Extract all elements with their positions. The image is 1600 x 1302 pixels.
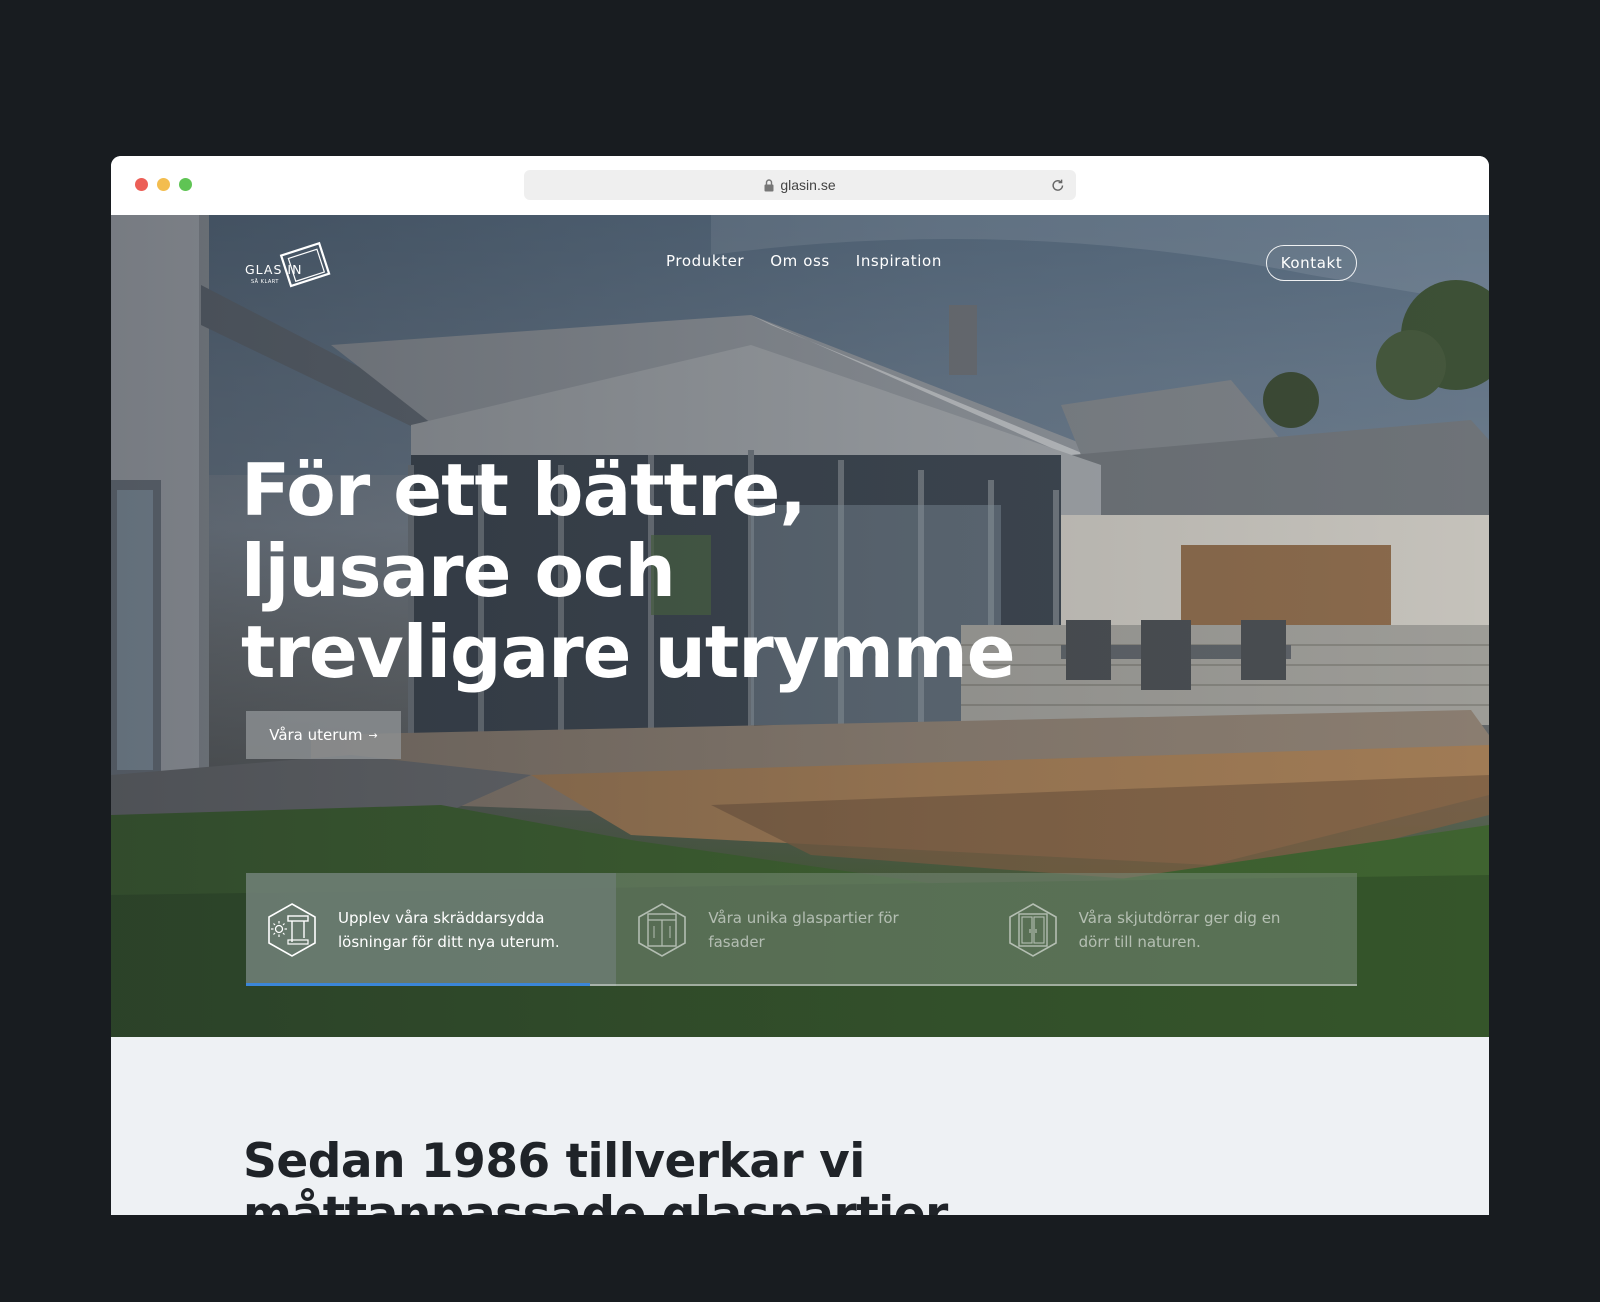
address-bar[interactable]: glasin.se <box>524 170 1076 200</box>
zoom-window-button[interactable] <box>179 178 192 191</box>
feature-carousel: Upplev våra skräddarsydda lösningar för … <box>246 873 1357 986</box>
nav-link-inspiration[interactable]: Inspiration <box>856 252 942 270</box>
feature-tab-sliding-door[interactable]: Våra skjutdörrar ger dig en dörr till na… <box>987 873 1357 986</box>
nav-link-om-oss[interactable]: Om oss <box>770 252 830 270</box>
logo-wordmark: GLAS IN <box>245 262 303 277</box>
site-logo[interactable]: GLAS IN SÅ KLART <box>245 238 335 298</box>
sliding-door-icon <box>1008 902 1057 957</box>
cta-label: Våra uterum <box>269 726 363 744</box>
main-nav: Produkter Om oss Inspiration <box>666 252 942 270</box>
feature-tab-glass-facade[interactable]: Våra unika glaspartier för fasader <box>616 873 986 986</box>
sunroom-icon <box>268 902 316 957</box>
feature-tab-sunroom[interactable]: Upplev våra skräddarsydda lösningar för … <box>246 873 617 986</box>
nav-link-produkter[interactable]: Produkter <box>666 252 744 270</box>
intro-heading: Sedan 1986 tillverkar vi måttanpassade g… <box>243 1134 948 1215</box>
hero-headline-line: trevligare utrymme <box>241 610 1016 694</box>
intro-section: Sedan 1986 tillverkar vi måttanpassade g… <box>111 1037 1489 1215</box>
sunrooms-cta-button[interactable]: Våra uterum → <box>246 711 401 759</box>
glass-facade-icon <box>638 902 687 957</box>
url-text: glasin.se <box>780 177 836 193</box>
contact-button[interactable]: Kontakt <box>1266 245 1357 281</box>
feature-text: Våra skjutdörrar ger dig en dörr till na… <box>1078 908 1281 951</box>
feature-text: Upplev våra skräddarsydda lösningar för … <box>338 908 560 951</box>
reload-icon[interactable] <box>1050 175 1066 195</box>
logo-tagline: SÅ KLART <box>251 279 279 285</box>
carousel-progress-bar <box>246 983 591 986</box>
hero-section: GLAS IN SÅ KLART Produkter Om oss Inspir… <box>111 215 1489 1037</box>
arrow-right-icon: → <box>368 728 378 742</box>
hero-headline: För ett bättre, ljusare och trevligare u… <box>241 448 1016 694</box>
lock-icon <box>764 178 774 191</box>
browser-toolbar: glasin.se <box>111 156 1489 215</box>
hero-headline-line: ljusare och <box>241 529 676 613</box>
hero-headline-line: För ett bättre, <box>241 448 807 532</box>
close-window-button[interactable] <box>135 178 148 191</box>
minimize-window-button[interactable] <box>157 178 170 191</box>
browser-window: glasin.se GLAS IN SÅ KLART Produkter Om … <box>111 156 1489 1215</box>
feature-text: Våra unika glaspartier för fasader <box>708 908 899 951</box>
